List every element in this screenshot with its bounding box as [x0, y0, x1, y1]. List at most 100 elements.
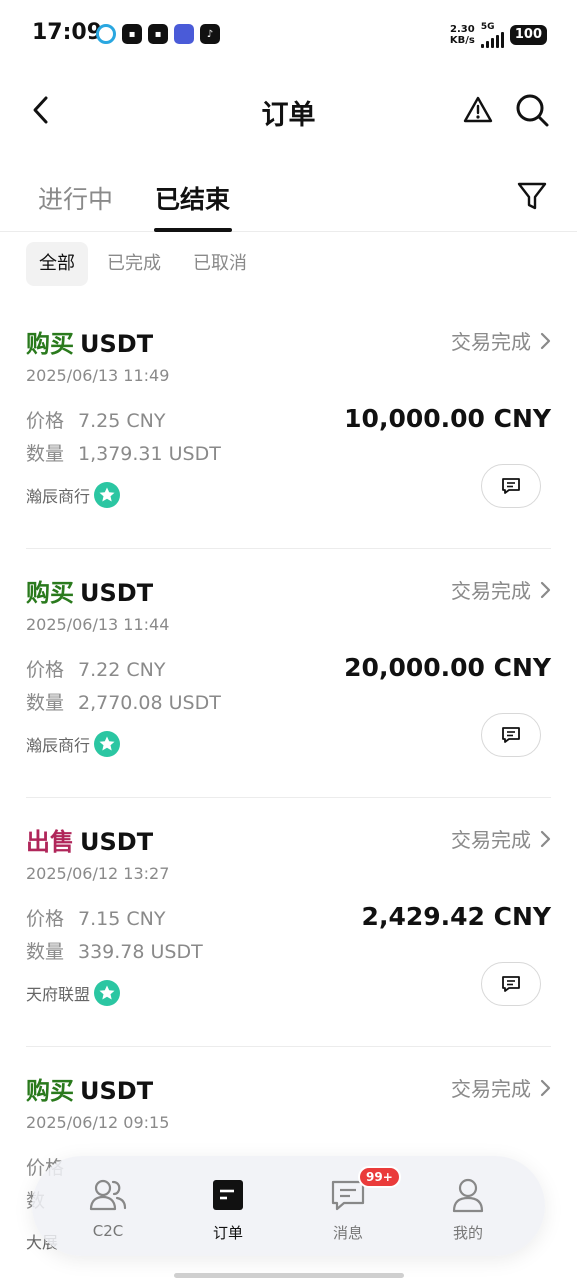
price-value: 7.25 CNY	[78, 410, 166, 432]
filter-icon[interactable]	[514, 178, 550, 214]
order-side: 购买 USDT	[26, 1071, 153, 1106]
order-type: 购买	[26, 1077, 74, 1105]
battery-icon: 100	[509, 25, 547, 45]
unread-badge: 99+	[358, 1166, 401, 1188]
order-price-row: 价格 7.15 CNY	[26, 904, 165, 931]
status-bar: 17:09 ▪ ▪ ♪ 2.30 KB/s 5G 100	[0, 0, 577, 70]
status-time: 17:09	[32, 20, 103, 45]
chevron-right-icon	[540, 581, 551, 598]
price-value: 7.15 CNY	[78, 908, 166, 930]
order-card[interactable]: 购买 USDT 交易完成 2025/06/13 11:49 价格 7.25 CNY …	[26, 300, 551, 549]
order-status-label: 交易完成	[451, 1077, 531, 1101]
order-price-row: 价格 7.25 CNY	[26, 406, 165, 433]
order-price-row: 价格 7.22 CNY	[26, 655, 165, 682]
qty-label: 数量	[26, 443, 65, 465]
merchant-name: 天府联盟	[26, 985, 91, 1004]
app-notification-icon	[174, 24, 194, 44]
order-status[interactable]: 交易完成	[451, 326, 551, 355]
order-asset: USDT	[80, 330, 154, 358]
profile-icon	[428, 1176, 508, 1214]
order-asset: USDT	[80, 828, 154, 856]
chevron-right-icon	[540, 332, 551, 349]
net-speed-value: 2.30	[450, 24, 475, 35]
price-value: 7.22 CNY	[78, 659, 166, 681]
price-label: 价格	[26, 908, 65, 930]
chip-completed[interactable]: 已完成	[94, 242, 174, 286]
merchant[interactable]: 瀚辰商行	[26, 482, 121, 508]
qty-value: 1,379.31 USDT	[78, 443, 221, 465]
chip-cancelled[interactable]: 已取消	[180, 242, 260, 286]
app-notification-icon	[96, 24, 116, 44]
nav-orders-label: 订单	[212, 1224, 243, 1242]
order-status-label: 交易完成	[451, 330, 531, 354]
order-total: 2,429.42 CNY	[361, 902, 551, 931]
merchant[interactable]: 瀚辰商行	[26, 731, 121, 757]
order-asset: USDT	[80, 579, 154, 607]
order-total: 20,000.00 CNY	[344, 653, 551, 682]
qty-label: 数量	[26, 692, 65, 714]
nav-profile-label: 我的	[452, 1224, 483, 1242]
price-label: 价格	[26, 410, 65, 432]
order-status[interactable]: 交易完成	[451, 575, 551, 604]
verified-star-icon	[94, 482, 121, 508]
nav-c2c[interactable]: C2C	[68, 1176, 148, 1240]
users-icon	[68, 1176, 148, 1214]
qty-value: 339.78 USDT	[78, 941, 203, 963]
order-date: 2025/06/13 11:49	[26, 366, 170, 385]
chat-button[interactable]	[481, 464, 541, 508]
signal-group: 5G	[480, 22, 504, 48]
qty-label: 数量	[26, 941, 65, 963]
nav-messages[interactable]: 99+ 消息	[308, 1166, 401, 1243]
nav-orders[interactable]: 订单	[188, 1176, 268, 1243]
chip-all[interactable]: 全部	[26, 242, 88, 286]
order-type: 出售	[26, 828, 74, 856]
order-card[interactable]: 购买 USDT 交易完成 2025/06/13 11:44 价格 7.22 CNY …	[26, 549, 551, 798]
order-status-label: 交易完成	[451, 828, 531, 852]
app-notification-icon: ▪	[148, 24, 168, 44]
nav-bar: 订单	[0, 80, 577, 140]
order-date: 2025/06/12 09:15	[26, 1113, 170, 1132]
order-asset: USDT	[80, 1077, 154, 1105]
order-card[interactable]: 出售 USDT 交易完成 2025/06/12 13:27 价格 7.15 CNY …	[26, 798, 551, 1047]
bottom-nav: C2C 订单 99+ 消息 我的	[32, 1156, 545, 1256]
order-qty-row: 数量 1,379.31 USDT	[26, 439, 221, 466]
active-tab-indicator	[154, 228, 232, 232]
orders-icon	[188, 1176, 268, 1214]
price-label: 价格	[26, 659, 65, 681]
status-tabs: 进行中 已结束	[0, 170, 577, 232]
order-qty-row: 数量 339.78 USDT	[26, 937, 203, 964]
chat-button[interactable]	[481, 962, 541, 1006]
warning-icon[interactable]	[460, 92, 496, 128]
order-date: 2025/06/13 11:44	[26, 615, 170, 634]
verified-star-icon	[94, 731, 121, 757]
home-indicator[interactable]	[174, 1273, 404, 1278]
chat-icon	[502, 976, 520, 992]
merchant[interactable]: 天府联盟	[26, 980, 121, 1006]
order-status[interactable]: 交易完成	[451, 1073, 551, 1102]
merchant-name: 瀚辰商行	[26, 487, 91, 506]
net-speed: 2.30 KB/s	[450, 24, 475, 46]
order-type: 购买	[26, 330, 74, 358]
net-speed-unit: KB/s	[449, 35, 475, 46]
chat-icon	[502, 478, 520, 494]
signal-icon	[480, 32, 504, 48]
tab-ended[interactable]: 已结束	[155, 180, 230, 216]
order-qty-row: 数量 2,770.08 USDT	[26, 688, 221, 715]
tab-in-progress[interactable]: 进行中	[38, 180, 113, 216]
chevron-right-icon	[540, 1079, 551, 1096]
order-type: 购买	[26, 579, 74, 607]
search-icon[interactable]	[512, 90, 552, 130]
nav-messages-label: 消息	[332, 1224, 363, 1242]
chat-button[interactable]	[481, 713, 541, 757]
order-total: 10,000.00 CNY	[344, 404, 551, 433]
status-app-icons: ▪ ▪ ♪	[96, 24, 220, 44]
order-status-label: 交易完成	[451, 579, 531, 603]
order-date: 2025/06/12 13:27	[26, 864, 170, 883]
network-type: 5G	[480, 22, 495, 32]
qty-value: 2,770.08 USDT	[78, 692, 221, 714]
merchant-name: 瀚辰商行	[26, 736, 91, 755]
filter-chips: 全部 已完成 已取消	[26, 242, 260, 286]
order-status[interactable]: 交易完成	[451, 824, 551, 853]
chat-icon	[502, 727, 520, 743]
nav-profile[interactable]: 我的	[428, 1176, 508, 1243]
